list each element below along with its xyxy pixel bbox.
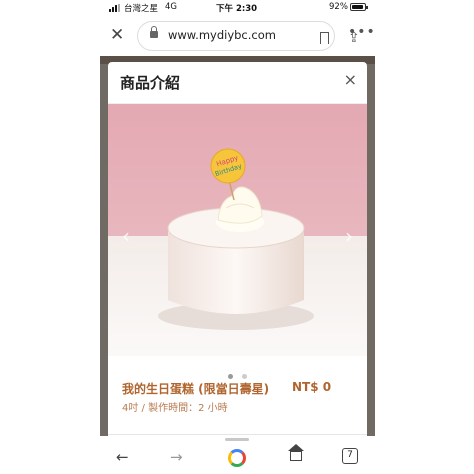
lock-icon — [150, 26, 158, 38]
carousel-dot[interactable] — [242, 374, 248, 379]
browser-toolbar: ✕ www.mydiybc.com ⇪ ••• — [100, 18, 375, 56]
address-bar[interactable]: www.mydiybc.com ⇪ — [138, 22, 360, 50]
bookmark-icon[interactable] — [320, 32, 329, 44]
clock: 下午 2:30 — [216, 4, 258, 14]
modal-title: 商品介紹 — [120, 74, 181, 92]
product-name: 我的生日蛋糕 (限當日壽星) — [122, 382, 270, 396]
carousel-prev-button[interactable]: ‹ — [122, 224, 130, 248]
browser-bottom-bar: ← → 7 — [100, 436, 375, 474]
carousel-dot[interactable] — [227, 374, 233, 379]
tabs-icon[interactable]: 7 — [342, 448, 358, 464]
status-bar: 台灣之星 4G 下午 2:30 92% — [0, 0, 474, 16]
drag-handle[interactable] — [225, 438, 249, 441]
forward-icon[interactable]: → — [170, 448, 183, 466]
url-text[interactable]: www.mydiybc.com — [168, 28, 276, 42]
cake-image: Happy Birthday — [108, 104, 367, 356]
product-meta: 4吋 / 製作時間：2 小時 — [122, 403, 228, 414]
product-photo[interactable]: Happy Birthday ‹ › — [108, 104, 367, 356]
product-modal: 商品介紹 × Happy Birthday ‹ › 我的生日蛋糕 (限當日壽星)… — [108, 62, 367, 436]
home-icon[interactable] — [288, 444, 304, 461]
battery-icon — [350, 3, 368, 11]
divider — [108, 434, 367, 435]
modal-header: 商品介紹 × — [108, 62, 367, 104]
battery-percent: 92% — [329, 2, 348, 12]
signal-icon — [109, 4, 122, 12]
close-icon[interactable]: ✕ — [110, 25, 124, 45]
product-price: NT$ 0 — [292, 380, 332, 394]
google-icon[interactable] — [228, 449, 246, 467]
modal-close-button[interactable]: × — [344, 70, 357, 89]
back-icon[interactable]: ← — [116, 448, 129, 466]
carrier-name: 台灣之星 — [124, 4, 159, 14]
carousel-next-button[interactable]: › — [345, 224, 353, 248]
more-icon[interactable]: ••• — [348, 24, 376, 40]
network-type: 4G — [165, 2, 177, 12]
